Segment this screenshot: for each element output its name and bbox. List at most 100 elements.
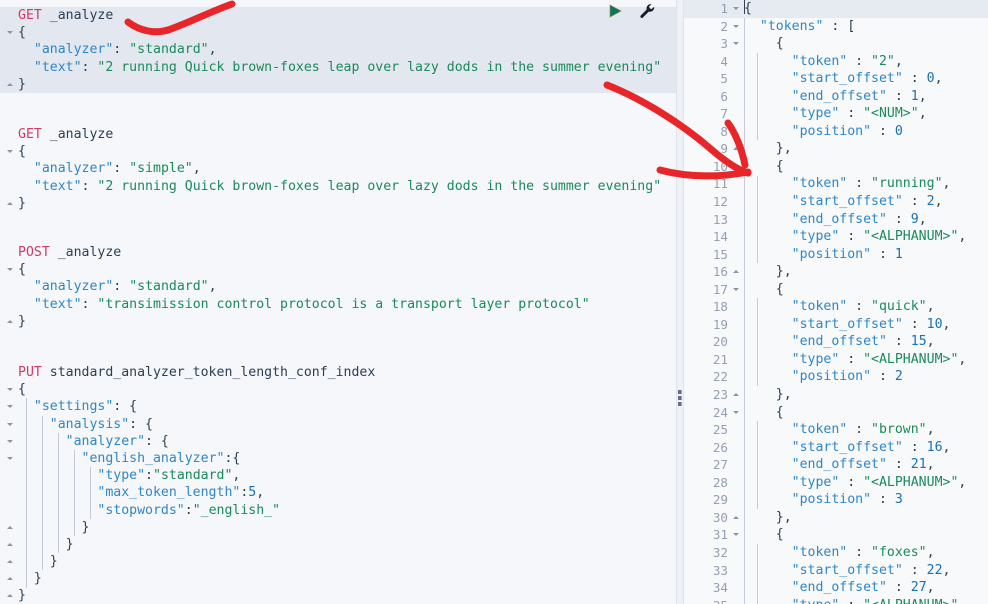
response-line[interactable]: 21 "type" : "<ALPHANUM>", bbox=[684, 351, 988, 369]
response-line[interactable]: 4 "token" : "2", bbox=[684, 53, 988, 71]
response-line[interactable]: 11 "token" : "running", bbox=[684, 175, 988, 193]
request-editor-pane[interactable]: GET _analyze{ "analyzer": "standard", "t… bbox=[0, 0, 676, 604]
fold-toggle-icon[interactable] bbox=[733, 515, 739, 519]
fold-toggle-icon[interactable] bbox=[7, 201, 13, 205]
request-method-line[interactable]: GET _analyze bbox=[0, 126, 676, 143]
fold-toggle-icon[interactable] bbox=[7, 560, 13, 564]
response-line[interactable]: 31 { bbox=[684, 526, 988, 544]
request-body-line[interactable]: } bbox=[0, 75, 676, 93]
request-body-line[interactable]: { bbox=[0, 381, 676, 398]
request-block[interactable]: POST _analyze{ "analyzer": "standard", "… bbox=[0, 244, 676, 330]
response-line[interactable]: 28 "type" : "<ALPHANUM>", bbox=[684, 474, 988, 492]
response-line[interactable]: 25 "token" : "brown", bbox=[684, 421, 988, 439]
response-line[interactable]: 27 "end_offset" : 21, bbox=[684, 456, 988, 474]
response-line[interactable]: 13 "end_offset" : 9, bbox=[684, 211, 988, 229]
request-body-line[interactable]: "settings": { bbox=[0, 398, 676, 415]
fold-toggle-icon[interactable] bbox=[733, 393, 739, 397]
response-line[interactable]: 7 "type" : "<NUM>", bbox=[684, 105, 988, 123]
request-block[interactable]: GET _analyze{ "analyzer": "simple", "tex… bbox=[0, 126, 676, 212]
response-line[interactable]: 26 "start_offset" : 16, bbox=[684, 439, 988, 457]
response-line[interactable]: 35 "type" : "<ALPHANUM>", bbox=[684, 597, 988, 604]
request-body-line[interactable]: "analysis": { bbox=[0, 416, 676, 433]
request-body-line[interactable]: } bbox=[0, 570, 676, 587]
request-body-line[interactable]: "text": "2 running Quick brown-foxes lea… bbox=[0, 58, 676, 76]
response-pane[interactable]: 1{2 "tokens" : [3 {4 "token" : "2", 5 "st… bbox=[684, 0, 988, 604]
request-block[interactable]: PUT standard_analyzer_token_length_conf_… bbox=[0, 364, 676, 604]
fold-toggle-icon[interactable] bbox=[7, 577, 13, 581]
request-body-line[interactable]: } bbox=[0, 587, 676, 604]
fold-toggle-icon[interactable] bbox=[733, 270, 739, 274]
panel-splitter[interactable] bbox=[676, 0, 684, 604]
request-body-line[interactable]: } bbox=[0, 553, 676, 570]
request-body-line[interactable]: "max_token_length":5, bbox=[0, 484, 676, 501]
response-line[interactable]: 19 "start_offset" : 10, bbox=[684, 316, 988, 334]
fold-toggle-icon[interactable] bbox=[7, 405, 13, 409]
request-body-line[interactable]: { bbox=[0, 24, 676, 42]
fold-toggle-icon[interactable] bbox=[7, 150, 13, 154]
response-line[interactable]: 8 "position" : 0 bbox=[684, 123, 988, 141]
fold-toggle-icon[interactable] bbox=[7, 388, 13, 392]
request-body-line[interactable]: } bbox=[0, 313, 676, 330]
response-line[interactable]: 22 "position" : 2 bbox=[684, 368, 988, 386]
response-line[interactable]: 5 "start_offset" : 0, bbox=[684, 70, 988, 88]
fold-toggle-icon[interactable] bbox=[733, 410, 739, 414]
request-block[interactable]: GET _analyze{ "analyzer": "standard", "t… bbox=[0, 7, 676, 93]
request-body-line[interactable]: } bbox=[0, 519, 676, 536]
response-line[interactable]: 2 "tokens" : [ bbox=[684, 18, 988, 36]
fold-toggle-icon[interactable] bbox=[7, 439, 13, 443]
request-editor-content[interactable]: GET _analyze{ "analyzer": "standard", "t… bbox=[0, 0, 676, 604]
response-line[interactable]: 20 "end_offset" : 15, bbox=[684, 333, 988, 351]
request-body-line[interactable]: "analyzer": { bbox=[0, 433, 676, 450]
response-line[interactable]: 12 "start_offset" : 2, bbox=[684, 193, 988, 211]
splitter-grip-icon[interactable] bbox=[678, 390, 682, 406]
response-line[interactable]: 15 "position" : 1 bbox=[684, 246, 988, 264]
fold-toggle-icon[interactable] bbox=[7, 542, 13, 546]
request-body-line[interactable]: } bbox=[0, 536, 676, 553]
request-body-line[interactable]: { bbox=[0, 143, 676, 160]
fold-toggle-icon[interactable] bbox=[7, 31, 13, 35]
fold-toggle-icon[interactable] bbox=[733, 42, 739, 46]
response-line[interactable]: 32 "token" : "foxes", bbox=[684, 544, 988, 562]
request-body-line[interactable]: "type":"standard", bbox=[0, 467, 676, 484]
request-body-line[interactable]: "english_analyzer":{ bbox=[0, 450, 676, 467]
fold-toggle-icon[interactable] bbox=[7, 319, 13, 323]
request-body-line[interactable]: "text": "transimission control protocol … bbox=[0, 296, 676, 313]
fold-toggle-icon[interactable] bbox=[733, 7, 739, 10]
response-line[interactable]: 16 }, bbox=[684, 263, 988, 281]
fold-toggle-icon[interactable] bbox=[7, 82, 13, 86]
request-body-line[interactable]: "analyzer": "standard", bbox=[0, 278, 676, 295]
response-line[interactable]: 10 { bbox=[684, 158, 988, 176]
fold-toggle-icon[interactable] bbox=[7, 594, 13, 598]
response-line[interactable]: 30 }, bbox=[684, 509, 988, 527]
fold-toggle-icon[interactable] bbox=[7, 456, 13, 460]
response-line[interactable]: 3 { bbox=[684, 35, 988, 53]
response-line[interactable]: 18 "token" : "quick", bbox=[684, 298, 988, 316]
response-line[interactable]: 1{ bbox=[684, 0, 988, 18]
fold-toggle-icon[interactable] bbox=[7, 268, 13, 272]
response-line[interactable]: 23 }, bbox=[684, 386, 988, 404]
request-method-line[interactable]: POST _analyze bbox=[0, 244, 676, 261]
response-editor-content[interactable]: 1{2 "tokens" : [3 {4 "token" : "2", 5 "st… bbox=[684, 0, 988, 604]
response-line[interactable]: 6 "end_offset" : 1, bbox=[684, 88, 988, 106]
response-line[interactable]: 29 "position" : 3 bbox=[684, 491, 988, 509]
request-method-line[interactable]: PUT standard_analyzer_token_length_conf_… bbox=[0, 364, 676, 381]
fold-toggle-icon[interactable] bbox=[733, 24, 739, 28]
request-body-line[interactable]: "stopwords":"_english_" bbox=[0, 502, 676, 519]
request-body-line[interactable]: "analyzer": "standard", bbox=[0, 41, 676, 59]
response-line[interactable]: 17 { bbox=[684, 281, 988, 299]
response-line[interactable]: 33 "start_offset" : 22, bbox=[684, 562, 988, 580]
response-line[interactable]: 14 "type" : "<ALPHANUM>", bbox=[684, 228, 988, 246]
request-body-line[interactable]: { bbox=[0, 261, 676, 278]
fold-toggle-icon[interactable] bbox=[733, 147, 739, 151]
fold-toggle-icon[interactable] bbox=[733, 164, 739, 168]
request-body-line[interactable]: "analyzer": "simple", bbox=[0, 160, 676, 177]
run-request-icon[interactable] bbox=[606, 2, 624, 20]
fold-toggle-icon[interactable] bbox=[7, 525, 13, 529]
fold-toggle-icon[interactable] bbox=[733, 287, 739, 291]
response-line[interactable]: 9 }, bbox=[684, 140, 988, 158]
request-body-line[interactable]: } bbox=[0, 195, 676, 212]
fold-toggle-icon[interactable] bbox=[733, 533, 739, 537]
fold-toggle-icon[interactable] bbox=[7, 422, 13, 426]
response-line[interactable]: 34 "end_offset" : 27, bbox=[684, 579, 988, 597]
response-line[interactable]: 24 { bbox=[684, 404, 988, 422]
